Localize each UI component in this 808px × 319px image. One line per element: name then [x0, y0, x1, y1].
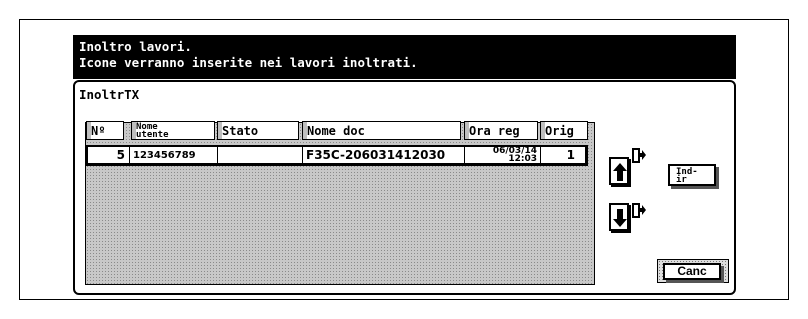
column-header-doc-name: Nome doc — [302, 121, 461, 140]
message-line-1: Inoltro lavori. — [79, 39, 192, 54]
column-header-status: Stato — [217, 121, 299, 140]
cancel-button[interactable]: Canc — [663, 263, 721, 280]
column-header-orig: Orig — [540, 121, 588, 140]
row-time: 12:03 — [508, 154, 537, 164]
forward-label-2: ir — [676, 175, 687, 185]
column-header-user: Nome utente — [131, 121, 215, 140]
exit-icon — [632, 148, 646, 163]
message-line-2: Icone verranno inserite nei lavori inolt… — [79, 55, 418, 70]
column-header-time: Ora reg — [464, 121, 538, 140]
up-arrow-icon — [613, 163, 627, 181]
table-row[interactable]: 5 123456789 F35C-206031412030 06/03/14 1… — [86, 145, 588, 166]
column-header-number: Nº — [86, 121, 124, 140]
move-up-button[interactable] — [609, 157, 629, 185]
row-number: 5 — [116, 148, 125, 162]
row-doc-name: F35C-206031412030 — [306, 148, 446, 162]
forward-button[interactable]: Ind- ir — [668, 164, 716, 186]
row-originals: 1 — [566, 148, 575, 162]
panel-title: InoltrTX — [79, 87, 140, 102]
down-arrow-icon — [613, 209, 627, 227]
exit-icon — [632, 203, 646, 218]
forward-panel: InoltrTX — [73, 80, 736, 295]
row-date-time: 06/03/14 12:03 — [467, 147, 537, 163]
move-down-button[interactable] — [609, 203, 629, 231]
row-status — [221, 147, 301, 163]
row-user: 123456789 — [133, 150, 196, 161]
message-header: Inoltro lavori. Icone verranno inserite … — [73, 35, 736, 79]
